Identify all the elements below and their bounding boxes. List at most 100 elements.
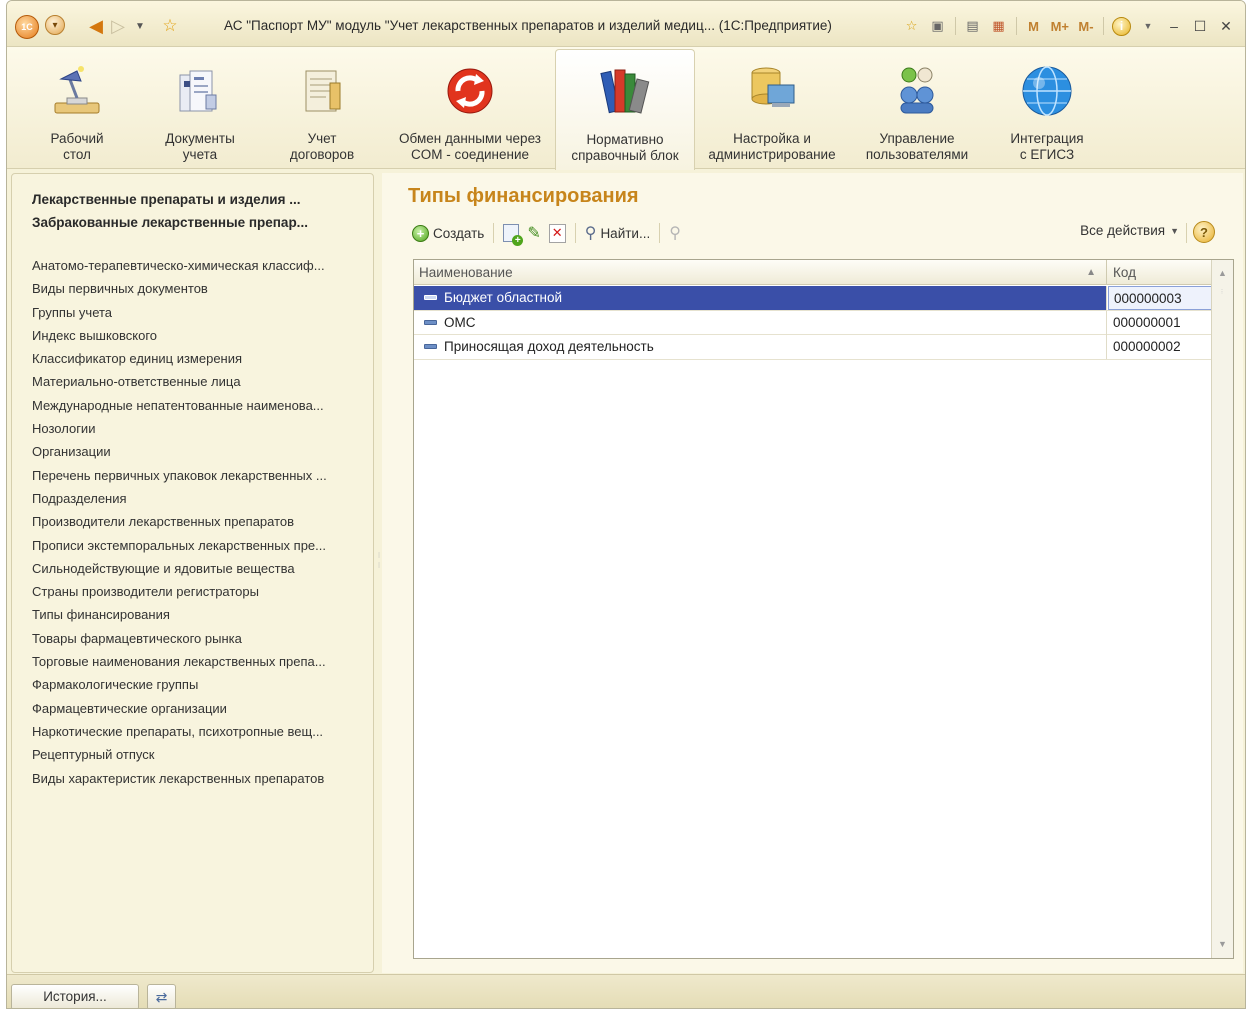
section-administration[interactable]: Настройка и администрирование bbox=[703, 53, 841, 165]
nav-link[interactable]: Перечень первичных упаковок лекарственны… bbox=[32, 464, 362, 487]
delete-mark-button[interactable]: ✕ bbox=[545, 221, 570, 245]
favorites-add-icon[interactable]: ☆ bbox=[903, 16, 921, 36]
section-com-exchange[interactable]: Обмен данными через COM - соединение bbox=[390, 53, 550, 165]
cell-code[interactable]: 000000001 bbox=[1108, 311, 1212, 335]
nav-link[interactable]: Торговые наименования лекарственных преп… bbox=[32, 650, 362, 673]
info-dropdown-icon[interactable]: ▼ bbox=[1139, 16, 1157, 36]
nav-link[interactable]: Наркотические препараты, психотропные ве… bbox=[32, 720, 362, 743]
nav-link-rejected-drugs[interactable]: Забракованные лекарственные препар... bbox=[32, 211, 362, 234]
nav-link[interactable]: Международные непатентованные наименова.… bbox=[32, 394, 362, 417]
contracts-icon bbox=[292, 61, 352, 121]
nav-link[interactable]: Подразделения bbox=[32, 487, 362, 510]
section-label: Интеграция с ЕГИСЗ bbox=[1010, 131, 1084, 162]
nav-link[interactable]: Прописи экстемпоральных лекарственных пр… bbox=[32, 534, 362, 557]
copy-button[interactable] bbox=[499, 221, 524, 246]
memory-m-button[interactable]: M bbox=[1025, 16, 1043, 36]
find-label: Найти... bbox=[600, 225, 651, 241]
memory-minus-button[interactable]: M- bbox=[1077, 16, 1095, 36]
divider bbox=[954, 17, 956, 35]
create-button[interactable]: + Создать bbox=[408, 221, 488, 245]
nav-link[interactable]: Производители лекарственных препаратов bbox=[32, 510, 362, 533]
find-button[interactable]: ⚲ Найти... bbox=[581, 221, 655, 245]
divider bbox=[574, 223, 576, 243]
history-dropdown-icon[interactable]: ▼ bbox=[133, 15, 147, 37]
section-contracts[interactable]: Учет договоров bbox=[280, 53, 364, 165]
divider bbox=[1186, 223, 1187, 243]
table-row[interactable]: Приносящая доход деятельность 000000002 bbox=[414, 335, 1212, 360]
app-logo-icon[interactable]: 1С bbox=[15, 15, 39, 39]
catalog-item-icon bbox=[424, 295, 437, 300]
section-egisz-integration[interactable]: Интеграция с ЕГИСЗ bbox=[1001, 53, 1093, 165]
nav-link[interactable]: Индекс вышковского bbox=[32, 324, 362, 347]
close-icon[interactable]: ✕ bbox=[1217, 16, 1235, 36]
nav-link[interactable]: Фармакологические группы bbox=[32, 673, 362, 696]
nav-link-financing-types[interactable]: Типы финансирования bbox=[32, 603, 362, 626]
edit-button[interactable]: ✎ bbox=[523, 221, 544, 245]
section-desktop[interactable]: Рабочий стол bbox=[37, 53, 117, 165]
section-label: Рабочий стол bbox=[50, 131, 104, 162]
calculator-icon[interactable]: ▤ bbox=[964, 16, 982, 36]
table-row[interactable]: Бюджет областной 000000003 bbox=[414, 286, 1212, 311]
nav-link[interactable]: Фармацевтические организации bbox=[32, 697, 362, 720]
catalog-item-icon bbox=[424, 319, 437, 325]
form-area: Типы финансирования + Создать ✎ ✕ ⚲ Найт… bbox=[382, 173, 1243, 973]
cell-code[interactable]: 000000003 bbox=[1108, 286, 1212, 310]
section-label: Настройка и администрирование bbox=[708, 131, 836, 162]
forward-arrow-icon[interactable]: ▷ bbox=[109, 15, 127, 37]
main-menu-button[interactable]: ▾ bbox=[45, 15, 65, 35]
cell-name[interactable]: Приносящая доход деятельность bbox=[414, 335, 1107, 359]
back-arrow-icon[interactable]: ◀ bbox=[87, 15, 105, 37]
nav-link[interactable]: Нозологии bbox=[32, 417, 362, 440]
column-code-label: Код bbox=[1113, 265, 1136, 280]
nav-link[interactable]: Виды первичных документов bbox=[32, 277, 362, 300]
nav-link[interactable]: Организации bbox=[32, 440, 362, 463]
favorites-star-icon[interactable]: ☆ bbox=[159, 15, 181, 37]
info-icon[interactable]: i bbox=[1112, 16, 1131, 36]
form-toolbar: + Создать ✎ ✕ ⚲ Найти... ⚲ Вс bbox=[408, 219, 1223, 247]
nav-link[interactable]: Группы учета bbox=[32, 301, 362, 324]
cell-name[interactable]: Бюджет областной bbox=[414, 286, 1107, 310]
minimize-icon[interactable]: – bbox=[1165, 16, 1183, 36]
nav-link[interactable]: Сильнодействующие и ядовитые вещества bbox=[32, 557, 362, 580]
nav-link[interactable]: Анатомо-терапевтическо-химическая класси… bbox=[32, 254, 362, 277]
cancel-search-button[interactable]: ⚲ bbox=[665, 221, 685, 245]
create-label: Создать bbox=[433, 225, 485, 241]
nav-link[interactable]: Классификатор единиц измерения bbox=[32, 347, 362, 370]
scroll-thumb[interactable]: ⁝ bbox=[1215, 288, 1229, 302]
help-icon[interactable]: ? bbox=[1193, 221, 1215, 243]
nav-link-drugs[interactable]: Лекарственные препараты и изделия ... bbox=[32, 188, 362, 211]
section-reference-block[interactable]: Нормативно справочный блок bbox=[555, 49, 695, 170]
search-icon: ⚲ bbox=[584, 225, 597, 242]
history-button[interactable]: История... bbox=[11, 984, 139, 1008]
nav-links-list: Анатомо-терапевтическо-химическая класси… bbox=[32, 254, 362, 790]
nav-link[interactable]: Товары фармацевтического рынка bbox=[32, 627, 362, 650]
cell-name[interactable]: ОМС bbox=[414, 310, 1107, 335]
section-documents[interactable]: Документы учета bbox=[155, 53, 245, 165]
column-header-code[interactable]: Код bbox=[1108, 260, 1212, 285]
section-user-management[interactable]: Управление пользователями bbox=[859, 53, 975, 165]
column-header-name[interactable]: Наименование ▲ bbox=[414, 260, 1107, 285]
desk-lamp-icon bbox=[47, 61, 107, 121]
app-window: 1С ▾ ◀ ▷ ▼ ☆ АС "Паспорт МУ" модуль "Уче… bbox=[6, 0, 1246, 1009]
scroll-up-icon[interactable]: ▲ bbox=[1212, 263, 1233, 283]
messages-button[interactable]: ⇄ bbox=[147, 984, 176, 1008]
scroll-down-icon[interactable]: ▼ bbox=[1212, 934, 1233, 954]
divider bbox=[1103, 17, 1104, 35]
section-label: Управление пользователями bbox=[865, 131, 969, 162]
maximize-icon[interactable]: ☐ bbox=[1191, 16, 1209, 36]
nav-link[interactable]: Рецептурный отпуск bbox=[32, 743, 362, 766]
nav-link[interactable]: Виды характеристик лекарственных препара… bbox=[32, 767, 362, 790]
title-bar: 1С ▾ ◀ ▷ ▼ ☆ АС "Паспорт МУ" модуль "Уче… bbox=[7, 1, 1245, 47]
nav-link[interactable]: Материально-ответственные лица bbox=[32, 370, 362, 393]
nav-link[interactable]: Страны производители регистраторы bbox=[32, 580, 362, 603]
bookmark-icon[interactable]: ▣ bbox=[929, 16, 947, 36]
calendar-icon[interactable]: ▦ bbox=[990, 16, 1008, 36]
window-title: АС "Паспорт МУ" модуль "Учет лекарственн… bbox=[224, 18, 832, 33]
memory-plus-button[interactable]: M+ bbox=[1051, 16, 1069, 36]
vertical-scrollbar[interactable]: ▲ ⁝ ▼ bbox=[1211, 260, 1233, 958]
financing-types-table[interactable]: Наименование ▲ Код Бюджет областной 0000… bbox=[413, 259, 1234, 959]
messages-icon: ⇄ bbox=[155, 988, 168, 1005]
cell-code[interactable]: 000000002 bbox=[1108, 335, 1212, 359]
all-actions-menu[interactable]: Все действия ▼ bbox=[1080, 223, 1179, 238]
table-row[interactable]: ОМС 000000001 bbox=[414, 310, 1212, 335]
